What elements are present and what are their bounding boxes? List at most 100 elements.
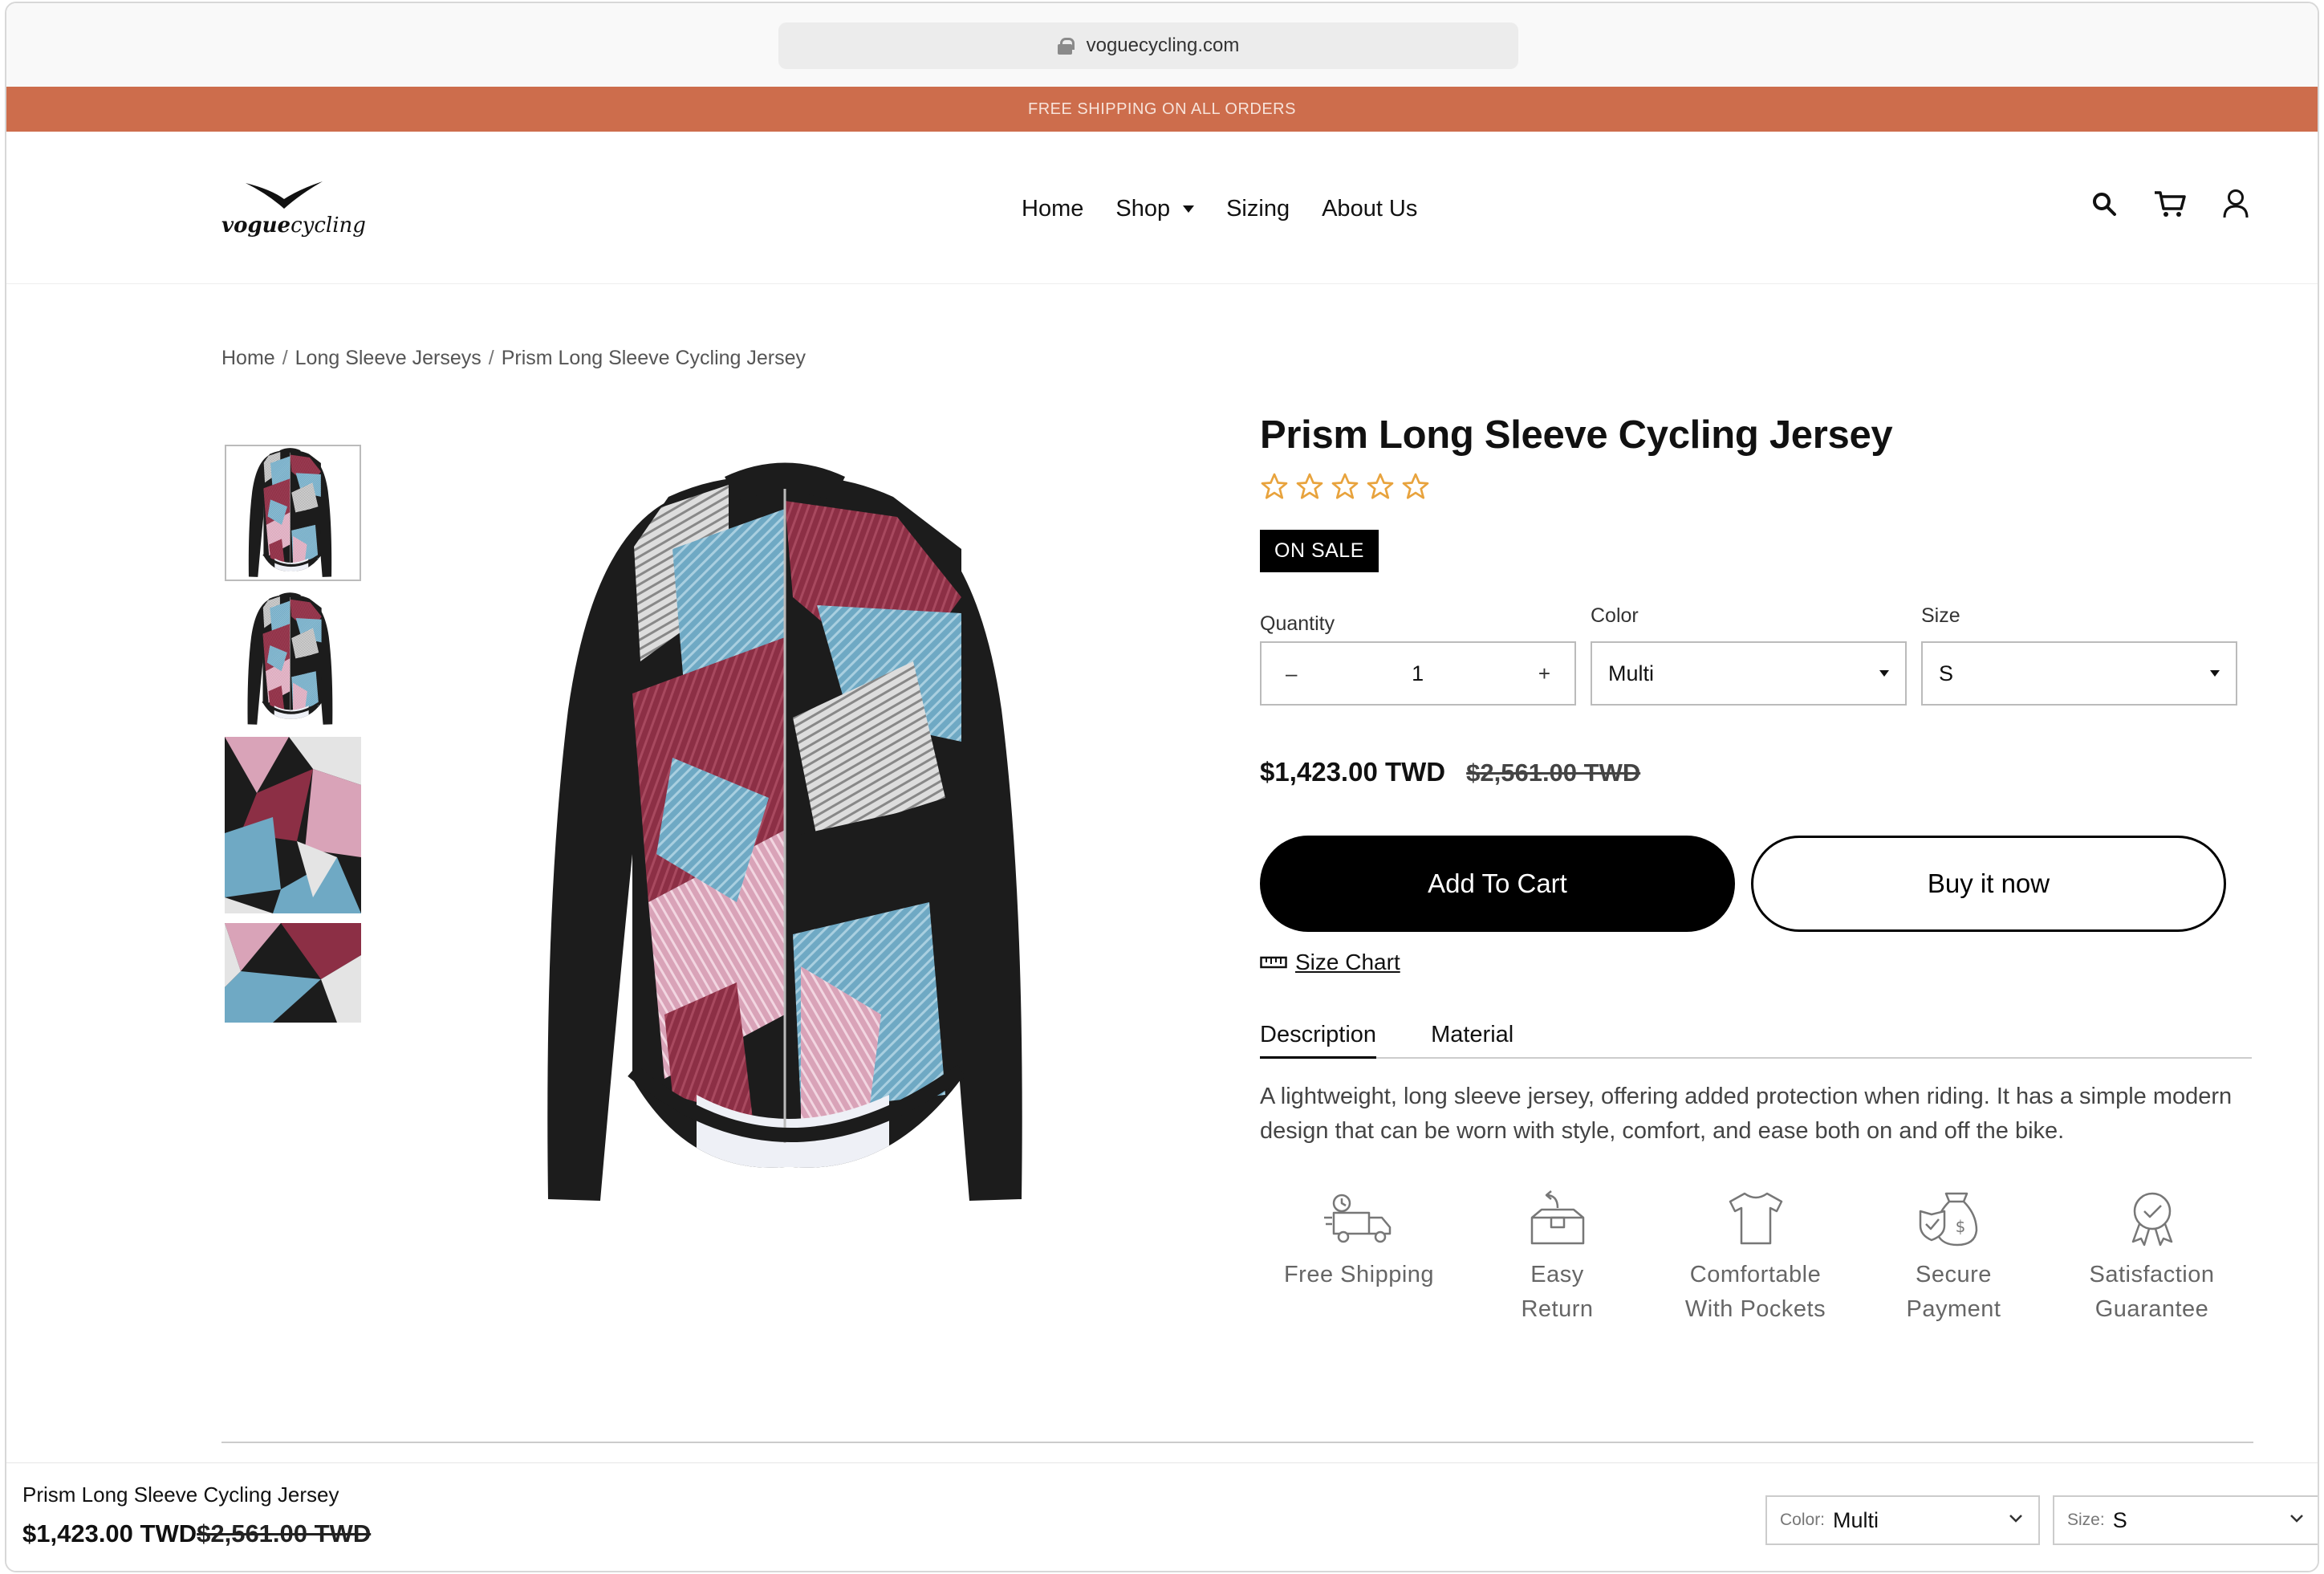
svg-text:$: $	[1955, 1217, 1965, 1236]
size-chart-link[interactable]: Size Chart	[1260, 950, 2263, 975]
thumbnail-back[interactable]	[225, 591, 361, 727]
product-info-panel: Prism Long Sleeve Cycling Jersey ON SALE…	[1260, 413, 2263, 1327]
thumbnail-hem-detail[interactable]	[225, 923, 361, 1023]
sale-badge: ON SALE	[1260, 530, 1379, 572]
caret-down-icon	[2210, 670, 2220, 677]
breadcrumb-home[interactable]: Home	[221, 347, 275, 369]
nav-about-us[interactable]: About Us	[1322, 196, 1417, 222]
sticky-price-block: $1,423.00 TWD $2,561.00 TWD	[22, 1519, 371, 1548]
breadcrumb: Home / Long Sleeve Jerseys / Prism Long Slee…	[221, 347, 806, 369]
quantity-input[interactable]: 1	[1412, 661, 1424, 686]
quantity-increase-button[interactable]: +	[1538, 661, 1550, 686]
color-select[interactable]: Multi	[1591, 641, 1907, 706]
sticky-size-value: S	[2112, 1507, 2127, 1532]
breadcrumb-current: Prism Long Sleeve Cycling Jersey	[501, 347, 806, 369]
search-icon[interactable]	[2086, 186, 2122, 222]
feature-list: Free Shipping Easy Return Comfortable Wi…	[1260, 1190, 2252, 1327]
bird-logo-icon	[246, 181, 323, 209]
sticky-color-label: Color:	[1780, 1511, 1826, 1529]
product-main-image[interactable]	[528, 453, 1074, 1215]
feature-label: Free Shipping	[1283, 1262, 1435, 1287]
sticky-color-select[interactable]: Color: Multi	[1765, 1495, 2040, 1545]
add-to-cart-button[interactable]: Add To Cart	[1260, 836, 1735, 932]
feature-satisfaction-guarantee: Satisfaction Guarantee	[2053, 1190, 2251, 1327]
star-empty-icon	[1402, 473, 1429, 499]
address-bar[interactable]: voguecycling.com	[778, 22, 1518, 69]
color-label: Color	[1591, 604, 1639, 627]
star-empty-icon	[1261, 473, 1288, 499]
sticky-sale-price: $1,423.00 TWD	[22, 1519, 197, 1548]
feature-label: Comfortable With Pockets	[1684, 1262, 1826, 1322]
tab-description[interactable]: Description	[1260, 1022, 1377, 1059]
chevron-down-icon	[2290, 1515, 2303, 1523]
breadcrumb-category[interactable]: Long Sleeve Jerseys	[295, 347, 481, 369]
sticky-size-label: Size:	[2067, 1511, 2105, 1529]
award-badge-icon	[2131, 1192, 2172, 1247]
logo-wordmark: voguecycling	[221, 214, 366, 238]
size-select-value: S	[1939, 661, 1954, 685]
product-description: A lightweight, long sleeve jersey, offer…	[1260, 1084, 2233, 1144]
chevron-down-icon	[2009, 1515, 2022, 1523]
quantity-decrease-button[interactable]: –	[1286, 661, 1297, 686]
delivery-truck-icon	[1323, 1194, 1391, 1243]
site-logo[interactable]: voguecycling	[221, 178, 366, 242]
promo-text: FREE SHIPPING ON ALL ORDERS	[1028, 100, 1296, 118]
quantity-group: Quantity – 1 +	[1260, 604, 1576, 706]
nav-shop[interactable]: Shop	[1115, 196, 1195, 222]
sticky-add-to-cart-bar: Prism Long Sleeve Cycling Jersey $1,423.…	[6, 1462, 2318, 1571]
thumbnail-fabric-detail[interactable]	[225, 737, 361, 913]
product-options: Quantity – 1 + Color Multi Size S	[1260, 604, 2263, 706]
money-bag-icon: $	[1919, 1192, 1977, 1247]
color-select-value: Multi	[1608, 661, 1655, 685]
price-block: $1,423.00 TWD $2,561.00 TWD	[1260, 757, 2263, 787]
url-text: voguecycling.com	[1086, 35, 1240, 56]
sale-price: $1,423.00 TWD	[1260, 757, 1446, 787]
caret-down-icon	[1183, 205, 1195, 213]
feature-easy-return: Easy Return	[1458, 1190, 1656, 1327]
star-empty-icon	[1296, 473, 1323, 499]
star-empty-icon	[1331, 473, 1359, 499]
star-empty-icon	[1367, 473, 1394, 499]
thumbnail-front[interactable]	[225, 445, 361, 581]
promo-banner: FREE SHIPPING ON ALL ORDERS	[6, 87, 2318, 132]
size-chart-label: Size Chart	[1295, 950, 1400, 974]
sticky-color-value: Multi	[1833, 1507, 1879, 1532]
feature-label: Satisfaction Guarantee	[2089, 1262, 2215, 1322]
cart-icon[interactable]	[2152, 186, 2188, 222]
size-label: Size	[1921, 604, 1960, 627]
size-group: Size S	[1921, 604, 2237, 706]
product-title: Prism Long Sleeve Cycling Jersey	[1260, 413, 1893, 457]
buy-now-button[interactable]: Buy it now	[1751, 836, 2226, 932]
quantity-label: Quantity	[1260, 612, 1335, 635]
tab-material[interactable]: Material	[1431, 1022, 1513, 1057]
section-divider	[221, 1442, 2253, 1443]
site-header: voguecycling Home Shop Sizing About Us	[6, 132, 2318, 284]
account-icon[interactable]	[2218, 186, 2253, 222]
browser-toolbar: voguecycling.com	[6, 3, 2318, 87]
sticky-size-select[interactable]: Size: S	[2053, 1495, 2318, 1545]
feature-label: Easy Return	[1521, 1262, 1594, 1322]
product-thumbnails	[225, 445, 361, 1023]
ruler-icon	[1260, 956, 1287, 969]
main-nav: Home Shop Sizing About Us	[1022, 196, 1417, 222]
nav-home[interactable]: Home	[1022, 196, 1083, 222]
feature-secure-payment: $ Secure Payment	[1855, 1190, 2053, 1327]
feature-label: Secure Payment	[1906, 1262, 2001, 1322]
header-actions	[2086, 186, 2253, 222]
quantity-stepper: – 1 +	[1260, 641, 1576, 706]
sticky-product-title: Prism Long Sleeve Cycling Jersey	[22, 1482, 339, 1507]
feature-free-shipping: Free Shipping	[1260, 1190, 1458, 1327]
feature-comfortable-pockets: Comfortable With Pockets	[1656, 1190, 1855, 1327]
product-tabs: Description Material	[1260, 1022, 2252, 1059]
nav-sizing[interactable]: Sizing	[1226, 196, 1290, 222]
sticky-original-price: $2,561.00 TWD	[197, 1519, 372, 1548]
purchase-buttons: Add To Cart Buy it now	[1260, 836, 2263, 932]
size-select[interactable]: S	[1921, 641, 2237, 706]
caret-down-icon	[1879, 670, 1889, 677]
browser-window: voguecycling.com FREE SHIPPING ON ALL OR…	[5, 2, 2319, 1572]
lock-icon	[1057, 38, 1075, 55]
tshirt-icon	[1729, 1192, 1782, 1245]
color-group: Color Multi	[1591, 604, 1907, 706]
return-box-icon	[1530, 1190, 1584, 1245]
rating-stars[interactable]	[1260, 472, 2263, 501]
